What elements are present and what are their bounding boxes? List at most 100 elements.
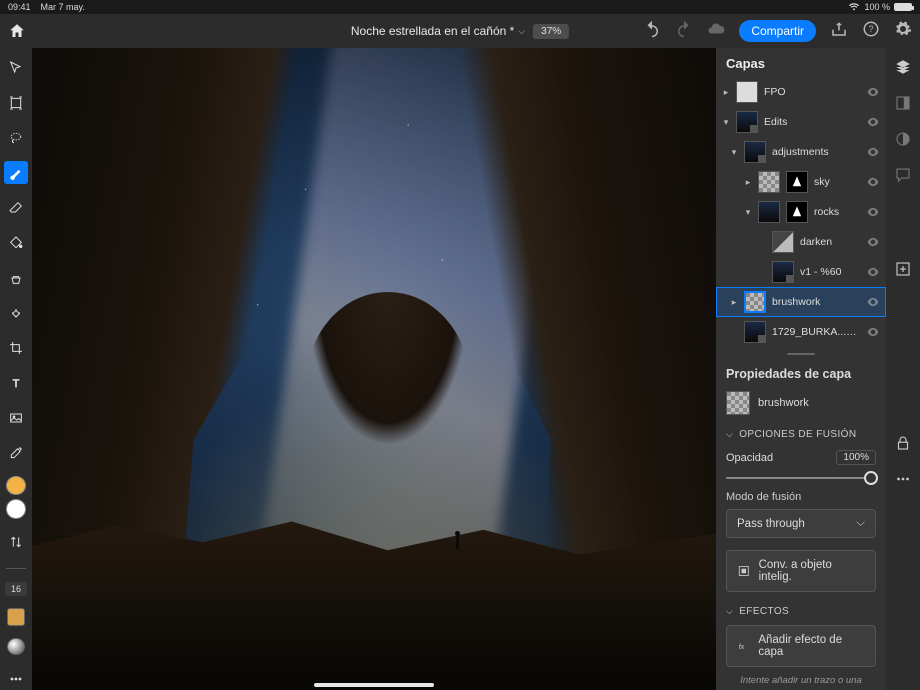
zoom-badge[interactable]: 37% xyxy=(533,24,569,39)
ipad-status-bar: 09:41 Mar 7 may. 100 % xyxy=(0,0,920,14)
layer-row-raw[interactable]: 1729_BURKA...anced-NR33 xyxy=(716,317,886,347)
visibility-icon[interactable] xyxy=(866,205,880,219)
type-tool[interactable]: T xyxy=(4,371,28,394)
visibility-icon[interactable] xyxy=(866,85,880,99)
redo-button[interactable] xyxy=(675,20,693,43)
layer-thumb xyxy=(758,171,780,193)
selected-layer-summary: brushwork xyxy=(716,387,886,423)
chevron-down-icon: ⌵ xyxy=(726,429,733,440)
cloud-sync-icon[interactable] xyxy=(707,20,725,43)
visibility-icon[interactable] xyxy=(866,325,880,339)
more-options-icon[interactable] xyxy=(894,470,912,488)
transform-tool[interactable] xyxy=(4,91,28,114)
visibility-icon[interactable] xyxy=(866,115,880,129)
foreground-color-swatch[interactable] xyxy=(6,476,26,495)
layer-name: brushwork xyxy=(772,296,860,308)
app-top-bar: Noche estrellada en el cañón * ⌵ 37% Com… xyxy=(0,14,920,48)
home-indicator[interactable] xyxy=(314,683,434,687)
swap-colors-tool[interactable] xyxy=(4,531,28,554)
layer-thumb xyxy=(772,261,794,283)
visibility-icon[interactable] xyxy=(866,265,880,279)
effects-hint-text: Intente añadir un trazo o una xyxy=(716,675,886,690)
visibility-icon[interactable] xyxy=(866,235,880,249)
adjustments-tab-icon[interactable] xyxy=(894,130,912,148)
background-color-swatch[interactable] xyxy=(6,499,26,518)
layer-thumb xyxy=(736,111,758,133)
eyedropper-tool[interactable] xyxy=(4,441,28,464)
more-tools-icon[interactable] xyxy=(4,667,28,690)
chevron-down-icon: ⌵ xyxy=(856,517,865,530)
add-layer-icon[interactable] xyxy=(894,260,912,278)
add-layer-effect-label: Añadir efecto de capa xyxy=(758,634,865,658)
layer-row-rocks[interactable]: ▾ rocks xyxy=(716,197,886,227)
share-button[interactable]: Compartir xyxy=(739,20,816,42)
undo-button[interactable] xyxy=(643,20,661,43)
layer-row-v1[interactable]: v1 - %60 xyxy=(716,257,886,287)
layer-row-brushwork[interactable]: ▸ brushwork xyxy=(716,287,886,317)
layer-thumb xyxy=(744,291,766,313)
layer-row-adjustments[interactable]: ▾ adjustments xyxy=(716,137,886,167)
lasso-tool[interactable] xyxy=(4,126,28,149)
disclosure-icon[interactable]: ▾ xyxy=(722,117,730,128)
layer-row-darken[interactable]: darken xyxy=(716,227,886,257)
layer-mask-thumb xyxy=(786,201,808,223)
chevron-down-icon: ⌵ xyxy=(726,606,733,617)
effects-label: EFECTOS xyxy=(739,606,789,617)
disclosure-icon[interactable]: ▸ xyxy=(744,177,752,188)
visibility-icon[interactable] xyxy=(866,145,880,159)
home-icon[interactable] xyxy=(8,22,26,40)
comments-tab-icon[interactable] xyxy=(894,166,912,184)
layer-name: v1 - %60 xyxy=(800,266,860,278)
layer-row-sky[interactable]: ▸ sky xyxy=(716,167,886,197)
blend-options-section[interactable]: ⌵ OPCIONES DE FUSIÓN xyxy=(716,423,886,446)
export-icon[interactable] xyxy=(830,20,848,43)
disclosure-icon[interactable]: ▾ xyxy=(744,207,752,218)
place-photo-tool[interactable] xyxy=(4,406,28,429)
layer-thumb xyxy=(772,231,794,253)
settings-gear-icon[interactable] xyxy=(894,20,912,43)
opacity-slider[interactable] xyxy=(726,471,876,479)
document-title[interactable]: Noche estrellada en el cañón * ⌵ xyxy=(351,24,525,38)
convert-smart-object-button[interactable]: Conv. a objeto intelig. xyxy=(726,550,876,592)
right-panel: Capas ▸ FPO ▾ Edits ▾ adjustments xyxy=(716,48,886,690)
layers-tab-icon[interactable] xyxy=(894,58,912,76)
eraser-tool[interactable] xyxy=(4,196,28,219)
layer-thumb xyxy=(736,81,758,103)
layer-row-edits[interactable]: ▾ Edits xyxy=(716,107,886,137)
layer-name: rocks xyxy=(814,206,860,218)
clone-stamp-tool[interactable] xyxy=(4,266,28,289)
layers-panel-title: Capas xyxy=(716,48,886,77)
visibility-icon[interactable] xyxy=(866,175,880,189)
layer-row-fpo[interactable]: ▸ FPO xyxy=(716,77,886,107)
current-color-chip[interactable] xyxy=(7,608,25,625)
blend-mode-label: Modo de fusión xyxy=(716,489,886,507)
opacity-label: Opacidad xyxy=(726,452,773,464)
battery-percent: 100 % xyxy=(864,2,890,12)
disclosure-icon[interactable]: ▸ xyxy=(730,297,738,308)
properties-tab-icon[interactable] xyxy=(894,94,912,112)
disclosure-icon[interactable]: ▸ xyxy=(722,87,730,98)
left-toolbar: T 16 xyxy=(0,48,32,690)
crop-tool[interactable] xyxy=(4,336,28,359)
lock-icon[interactable] xyxy=(894,434,912,452)
svg-text:fx: fx xyxy=(739,642,745,651)
help-icon[interactable]: ? xyxy=(862,20,880,43)
panel-drag-handle[interactable] xyxy=(787,353,815,355)
healing-tool[interactable] xyxy=(4,301,28,324)
fill-tool[interactable] xyxy=(4,231,28,254)
add-layer-effect-button[interactable]: fx Añadir efecto de capa xyxy=(726,625,876,667)
visibility-icon[interactable] xyxy=(866,295,880,309)
canvas-viewport[interactable] xyxy=(32,48,716,690)
layer-name: Edits xyxy=(764,116,860,128)
wifi-icon xyxy=(848,2,860,12)
blend-mode-select[interactable]: Pass through ⌵ xyxy=(726,509,876,538)
disclosure-icon[interactable]: ▾ xyxy=(730,147,738,158)
opacity-value[interactable]: 100% xyxy=(836,450,876,465)
brush-size-indicator[interactable]: 16 xyxy=(5,582,27,596)
brush-tool[interactable] xyxy=(4,161,28,184)
svg-text:?: ? xyxy=(868,24,873,34)
blend-mode-value: Pass through xyxy=(737,518,805,530)
brush-preview-chip[interactable] xyxy=(7,638,25,655)
effects-section[interactable]: ⌵ EFECTOS xyxy=(716,600,886,623)
move-tool[interactable] xyxy=(4,56,28,79)
